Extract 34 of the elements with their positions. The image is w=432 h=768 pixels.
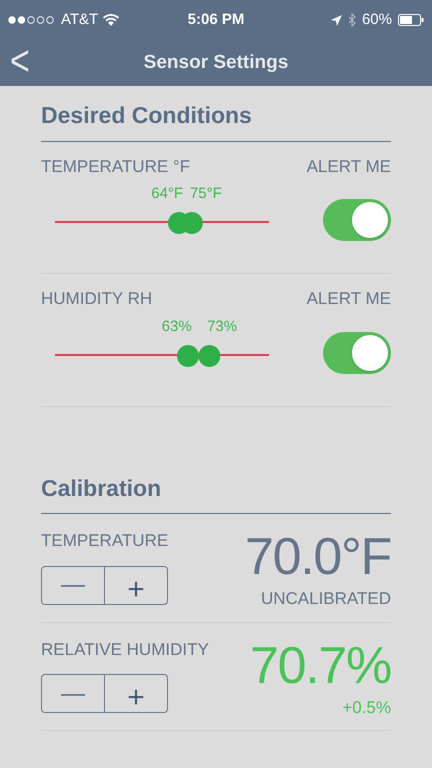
high-value-label: 75°F [188,184,222,204]
bluetooth-icon [348,13,356,27]
reading-note: +0.5% [342,696,391,718]
section-title: Calibration [41,406,391,514]
setting-label: TEMPERATURE °F [41,156,190,178]
wifi-icon [103,14,120,26]
time-label: 5:06 PM [186,10,246,30]
location-icon [330,14,342,26]
range-handles[interactable] [176,344,220,366]
decrement-button[interactable]: — [42,566,105,604]
decrement-button[interactable]: — [42,675,105,712]
high-value-label: 73% [206,316,238,336]
alert-label: ALERT ME [306,288,391,310]
battery-label: 60% [362,10,392,30]
section-title: Desired Conditions [41,86,391,142]
range-handles[interactable] [168,212,203,234]
increment-button[interactable]: + [105,566,167,604]
increment-button[interactable]: + [105,675,167,712]
reading-note: UNCALIBRATED [260,588,391,610]
low-value-label: 63% [162,316,193,336]
reading-value: 70.0°F [245,528,391,586]
alert-toggle[interactable] [323,332,391,374]
back-button[interactable]: < [10,40,30,82]
signal-icon [8,16,56,24]
low-value-label: 64°F [151,184,184,204]
alert-toggle[interactable] [323,199,391,241]
reading-value: 70.7% [250,636,391,694]
calibration-label: RELATIVE HUMIDITY [41,638,209,660]
setting-label: HUMIDITY RH [41,288,152,310]
battery-icon [398,14,424,26]
carrier-label: AT&T [61,10,98,30]
calibration-label: TEMPERATURE [41,530,168,552]
screen-title: Sensor Settings [144,50,288,75]
alert-label: ALERT ME [306,156,391,178]
